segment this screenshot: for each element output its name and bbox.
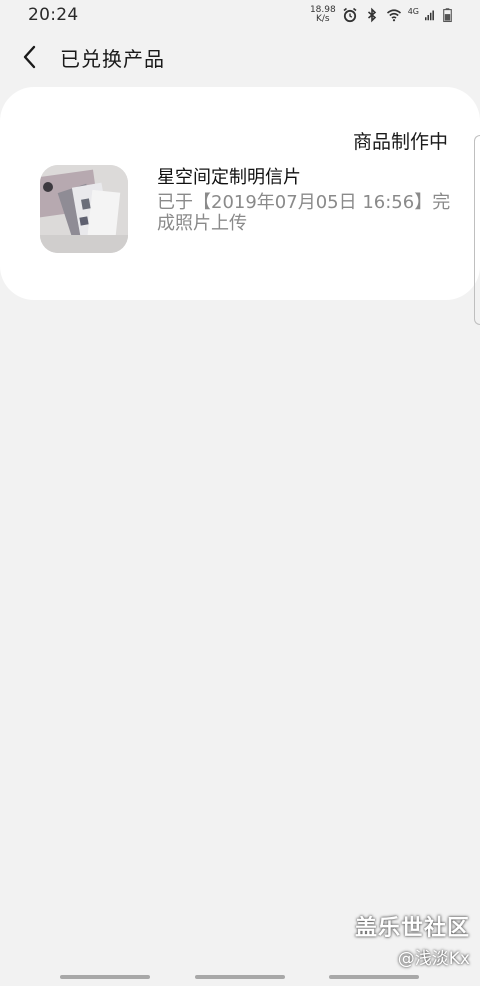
- status-time: 20:24: [28, 5, 79, 25]
- battery-icon: [443, 8, 452, 23]
- nav-recent-button[interactable]: [60, 975, 150, 979]
- status-icons: 18.98 K/s 4G: [310, 0, 452, 30]
- edge-panel-handle[interactable]: [474, 135, 480, 325]
- page-title: 已兑换产品: [60, 46, 165, 71]
- product-thumbnail[interactable]: [40, 165, 128, 253]
- back-button[interactable]: [0, 36, 60, 78]
- watermark-user: @浅淡Kx: [397, 949, 470, 969]
- wifi-icon: [386, 9, 401, 22]
- watermark-brand: 盖乐世社区: [354, 916, 470, 941]
- network-speed: 18.98 K/s: [310, 6, 336, 24]
- product-name: 星空间定制明信片: [157, 167, 301, 188]
- nav-back-button[interactable]: [329, 975, 419, 979]
- product-description: 已于【2019年07月05日 16:56】完成照片上传: [157, 192, 451, 234]
- status-bar: 20:24 18.98 K/s 4G: [0, 0, 480, 30]
- speed-unit: K/s: [316, 14, 330, 24]
- signal-icon: [425, 10, 434, 21]
- nav-home-button[interactable]: [195, 975, 285, 979]
- screen: 20:24 18.98 K/s 4G 已兑换产品 商品制作中 星空间定制明信片 …: [0, 0, 480, 986]
- alarm-icon: [343, 7, 357, 23]
- network-type: 4G: [407, 6, 419, 16]
- postcard-photo: [40, 165, 128, 253]
- app-header: 已兑换产品: [0, 36, 480, 78]
- product-status: 商品制作中: [352, 131, 448, 153]
- chevron-left-icon: [23, 45, 36, 69]
- bluetooth-icon: [367, 7, 376, 23]
